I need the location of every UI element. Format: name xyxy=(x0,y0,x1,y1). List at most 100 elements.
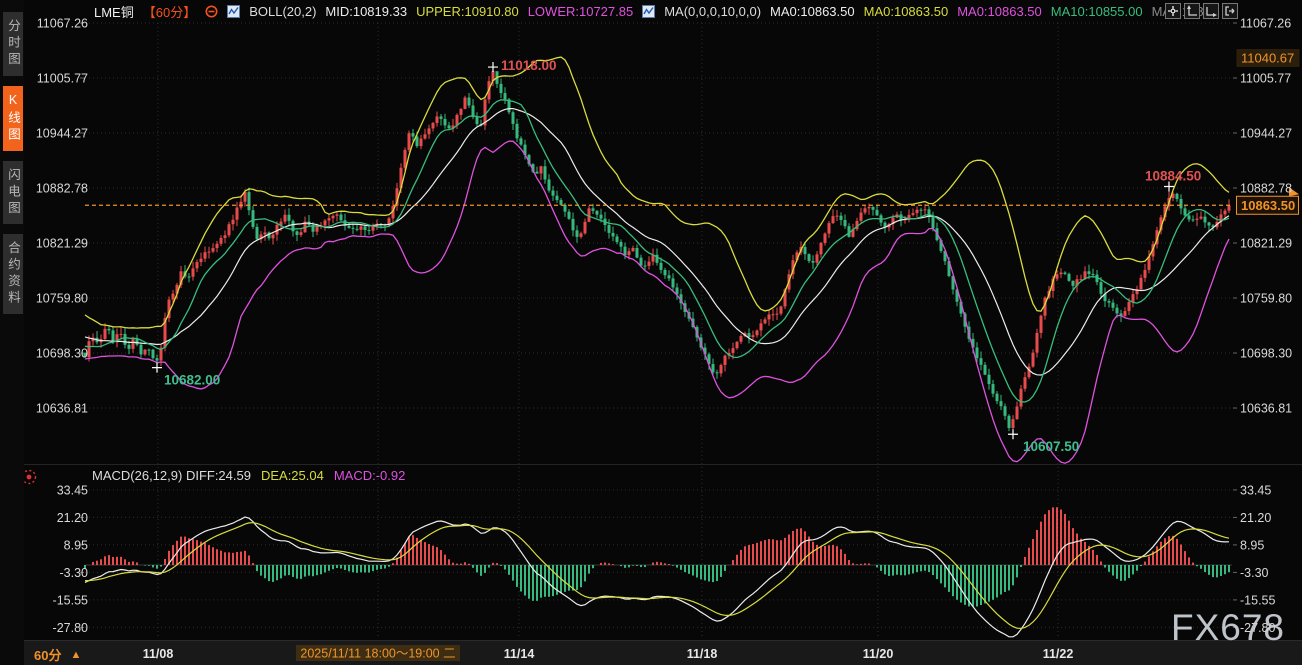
period-selector[interactable]: 60分 ▲ xyxy=(34,645,81,664)
candle-body xyxy=(264,232,267,234)
candle-body xyxy=(580,233,583,237)
candle-body xyxy=(352,228,355,229)
candle-body xyxy=(1008,416,1011,428)
candle-body xyxy=(240,202,243,208)
boll-lower-value: LOWER:10727.85 xyxy=(528,4,634,19)
candle-body xyxy=(540,166,543,173)
candle-body xyxy=(672,278,675,287)
candle-body xyxy=(252,210,255,227)
y-axis-zoom-icon[interactable] xyxy=(1184,3,1200,19)
boll-indicator-icon[interactable] xyxy=(227,5,240,18)
candle-body xyxy=(596,211,599,215)
candle-body xyxy=(364,226,367,230)
macd-header: MACD(26,12,9) DIFF:24.59 DEA:25.04 MACD:… xyxy=(92,468,405,483)
ma-value-3: MA10:10855.00 xyxy=(1051,4,1143,19)
candle-body xyxy=(288,215,291,221)
candle-body xyxy=(740,336,743,342)
indicator-settings-icon[interactable] xyxy=(24,471,36,484)
candle-body xyxy=(336,215,339,216)
ma-value-2: MA0:10863.50 xyxy=(957,4,1042,19)
period-adjust-icon[interactable] xyxy=(205,5,218,18)
candle-body xyxy=(716,372,719,373)
candle-body xyxy=(780,306,783,313)
period-selector-label: 60分 xyxy=(34,645,61,664)
candle-body xyxy=(256,227,259,239)
candle-body xyxy=(620,242,623,247)
candle-body xyxy=(360,226,363,229)
last-price-label: 10863.50 xyxy=(1241,198,1295,213)
candle-body xyxy=(1036,333,1039,353)
price-axis-label-right: 10944.27 xyxy=(1240,127,1292,141)
candle-body xyxy=(872,207,875,210)
macd-histogram xyxy=(85,507,1229,606)
sidebar-tab-candlestick-chart[interactable]: K线图 xyxy=(3,86,23,151)
candle-body xyxy=(1064,273,1067,274)
candle-body xyxy=(748,333,751,337)
macd-axis-label-right: -3.30 xyxy=(1240,566,1269,580)
candle-body xyxy=(420,139,423,147)
candle-body xyxy=(152,350,155,358)
price-axis-label-left: 10636.81 xyxy=(36,402,88,416)
price-axis-label-right: 10759.80 xyxy=(1240,292,1292,306)
sidebar-tab-lightning-chart[interactable]: 闪电图 xyxy=(3,161,23,225)
price-chart[interactable]: 10863.5011040.6711067.2611067.2611005.77… xyxy=(24,0,1302,665)
candle-body xyxy=(628,251,631,255)
candle-body xyxy=(644,266,647,267)
macd-axis-label-right: 33.45 xyxy=(1240,483,1271,497)
price-axis-label-right: 10636.81 xyxy=(1240,402,1292,416)
candle-body xyxy=(1188,215,1191,219)
candle-body xyxy=(816,254,819,262)
candle-body xyxy=(668,275,671,278)
period-up-arrow-icon: ▲ xyxy=(70,649,81,661)
candle-body xyxy=(736,342,739,348)
candle-body xyxy=(844,220,847,226)
candle-body xyxy=(820,243,823,254)
candle-body xyxy=(1092,274,1095,275)
candle-body xyxy=(428,128,431,134)
candle-body xyxy=(316,226,319,232)
candle-body xyxy=(584,222,587,233)
trading-app: 分时图 K线图闪电图合约资料 10863.5011040.6711067.2611… xyxy=(0,0,1302,665)
candle-body xyxy=(768,314,771,319)
candle-body xyxy=(1032,353,1035,367)
exit-chart-icon[interactable] xyxy=(1222,3,1238,19)
candle-body xyxy=(996,394,999,401)
candle-body xyxy=(1056,274,1059,278)
candle-body xyxy=(1112,303,1115,308)
candle-body xyxy=(300,232,303,235)
candle-body xyxy=(764,319,767,323)
candle-body xyxy=(1016,407,1019,420)
candle-body xyxy=(624,247,627,255)
sidebar-tab-time-chart[interactable]: 分时图 xyxy=(3,12,23,76)
candle-body xyxy=(108,329,111,331)
candle-body xyxy=(592,208,595,211)
candle-body xyxy=(1224,211,1227,215)
candle-body xyxy=(248,192,251,210)
macd-axis-label-left: -15.55 xyxy=(53,593,88,607)
candle-body xyxy=(756,330,759,335)
candle-body xyxy=(220,238,223,244)
candle-body xyxy=(612,233,615,237)
price-axis-label-left: 10759.80 xyxy=(36,292,88,306)
ma-indicator-icon[interactable] xyxy=(642,5,655,18)
candle-body xyxy=(500,84,503,93)
candle-body xyxy=(1060,273,1063,275)
boll-mid-value: MID:10819.33 xyxy=(325,4,407,19)
candle-body xyxy=(1132,294,1135,302)
candle-body xyxy=(1024,377,1027,389)
x-axis-zoom-icon[interactable] xyxy=(1203,3,1219,19)
candle-body xyxy=(732,348,735,353)
crosshair-icon[interactable] xyxy=(1165,3,1181,19)
ma-values: MA0:10863.50MA0:10863.50MA0:10863.50MA10… xyxy=(770,4,1204,19)
candle-body xyxy=(1004,406,1007,416)
candle-body xyxy=(760,323,763,330)
boll-mid-line xyxy=(85,109,1229,375)
candle-body xyxy=(632,248,635,251)
extreme-price-label: 10682.00 xyxy=(164,373,220,388)
candle-body xyxy=(200,259,203,262)
candle-body xyxy=(1176,194,1179,199)
price-axis-label-left: 10882.78 xyxy=(36,182,88,196)
sidebar-tab-contract-info[interactable]: 合约资料 xyxy=(3,234,23,314)
price-axis-label-right: 11067.26 xyxy=(1240,17,1291,31)
candle-body xyxy=(1128,302,1131,311)
